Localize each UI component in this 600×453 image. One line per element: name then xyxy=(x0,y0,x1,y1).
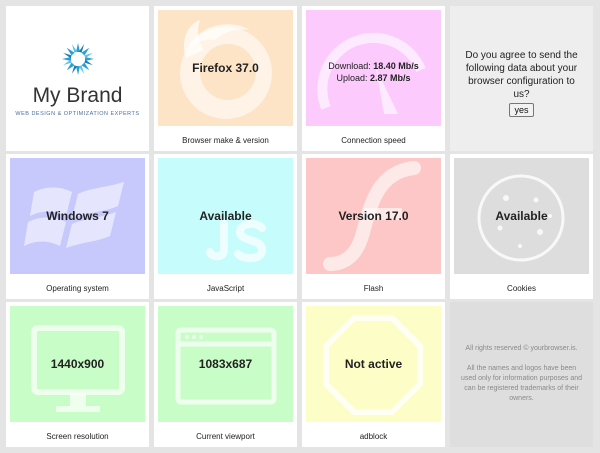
js-value: Available xyxy=(199,209,252,223)
tiles-grid: My Brand WEB DESIGN & OPTIMIZATION EXPER… xyxy=(0,0,600,453)
flash-value: Version 17.0 xyxy=(338,209,409,223)
speed-readout: Download: 18.40 Mb/s Upload: 2.87 Mb/s xyxy=(306,60,441,84)
screen-caption: Screen resolution xyxy=(46,432,109,441)
download-row: Download: 18.40 Mb/s xyxy=(306,60,441,72)
speed-pane: Download: 18.40 Mb/s Upload: 2.87 Mb/s xyxy=(306,10,441,126)
browser-pane: Firefox 37.0 xyxy=(158,10,293,126)
viewport-pane: 1083x687 xyxy=(158,306,293,422)
adblock-value: Not active xyxy=(344,357,403,371)
consent-card: Do you agree to send the following data … xyxy=(450,6,593,151)
adblock-tile: Not active adblock xyxy=(302,302,445,447)
os-value: Windows 7 xyxy=(46,209,109,223)
os-caption: Operating system xyxy=(46,284,109,293)
yes-button[interactable]: yes xyxy=(509,103,534,117)
adblock-caption: adblock xyxy=(359,432,388,441)
screen-pane: 1440x900 xyxy=(10,306,145,422)
upload-label: Upload: xyxy=(336,73,368,83)
brand-card: My Brand WEB DESIGN & OPTIMIZATION EXPER… xyxy=(6,6,149,151)
cookies-caption: Cookies xyxy=(507,284,536,293)
starburst-logo-icon xyxy=(61,43,94,75)
brand-tagline: WEB DESIGN & OPTIMIZATION EXPERTS xyxy=(15,111,140,117)
viewport-caption: Current viewport xyxy=(196,432,255,441)
os-pane: Windows 7 xyxy=(10,158,145,274)
legal-notice: All rights reserved © yourbrowser.is. Al… xyxy=(460,344,583,414)
flash-caption: Flash xyxy=(363,284,384,293)
legal-card: All rights reserved © yourbrowser.is. Al… xyxy=(450,302,593,447)
os-tile: Windows 7 Operating system xyxy=(6,154,149,299)
adblock-pane: Not active xyxy=(306,306,441,422)
js-tile: Available JavaScript xyxy=(154,154,297,299)
browser-tile: Firefox 37.0 Browser make & version xyxy=(154,6,297,151)
rights-text: All rights reserved © yourbrowser.is. xyxy=(465,345,578,352)
browser-value: Firefox 37.0 xyxy=(192,61,259,75)
screen-tile: 1440x900 Screen resolution xyxy=(6,302,149,447)
flash-pane: Version 17.0 xyxy=(306,158,441,274)
upload-row: Upload: 2.87 Mb/s xyxy=(306,72,441,84)
js-caption: JavaScript xyxy=(206,284,245,293)
consent-question: Do you agree to send the following data … xyxy=(465,50,578,100)
download-value: 18.40 Mb/s xyxy=(373,61,419,71)
brand-name: My Brand xyxy=(32,84,123,107)
cookies-pane: Available xyxy=(454,158,589,274)
cookies-tile: Available Cookies xyxy=(450,154,593,299)
browser-caption: Browser make & version xyxy=(182,136,269,145)
js-pane: Available xyxy=(158,158,293,274)
speed-caption: Connection speed xyxy=(341,136,406,145)
screen-value: 1440x900 xyxy=(50,357,105,371)
speed-tile: Download: 18.40 Mb/s Upload: 2.87 Mb/s C… xyxy=(302,6,445,151)
upload-value: 2.87 Mb/s xyxy=(370,73,411,83)
cookies-value: Available xyxy=(495,209,548,223)
viewport-value: 1083x687 xyxy=(198,357,253,371)
viewport-tile: 1083x687 Current viewport xyxy=(154,302,297,447)
download-label: Download: xyxy=(328,61,371,71)
disclaimer-text: All the names and logos have been used o… xyxy=(460,365,583,402)
flash-tile: Version 17.0 Flash xyxy=(302,154,445,299)
